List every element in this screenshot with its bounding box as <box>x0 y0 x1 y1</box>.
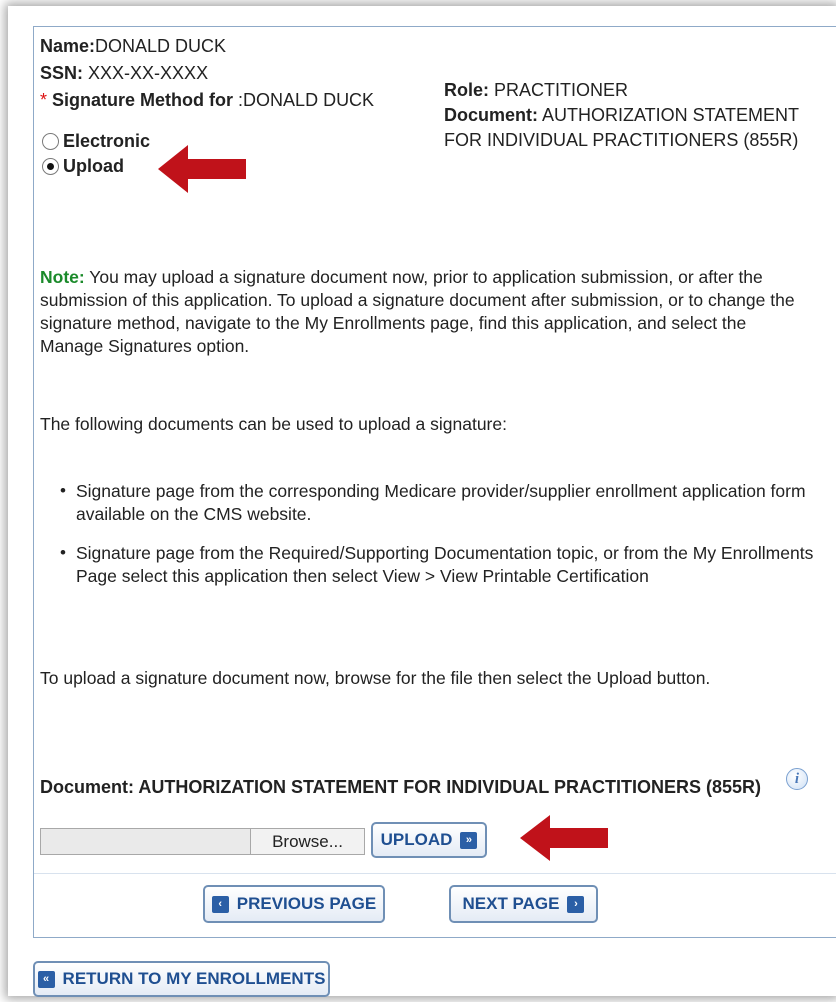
chevron-left-icon: ‹ <box>211 895 229 913</box>
return-label: RETURN TO MY ENROLLMENTS <box>62 969 326 988</box>
document-value-line2: FOR INDIVIDUAL PRACTITIONERS (855R) <box>444 130 799 150</box>
signature-method-value: :DONALD DUCK <box>238 90 375 110</box>
browse-button[interactable]: Browse... <box>250 829 364 854</box>
note-label: Note: <box>40 267 85 287</box>
bullet-dot: • <box>60 543 66 562</box>
note-text: You may upload a signature document now,… <box>40 267 795 356</box>
electronic-radio[interactable] <box>42 133 59 150</box>
signature-method-row: * Signature Method for :DONALD DUCK <box>40 90 374 111</box>
document-row: Document: AUTHORIZATION STATEMENT <box>444 105 799 126</box>
role-label: Role: <box>444 80 489 100</box>
return-to-enrollments-button[interactable]: « RETURN TO MY ENROLLMENTS <box>33 961 330 997</box>
ssn-label: SSN: <box>40 63 84 83</box>
upload-button[interactable]: UPLOAD » <box>371 822 487 858</box>
ssn-value: XXX-XX-XXXX <box>88 63 209 83</box>
upload-radio[interactable] <box>42 158 59 175</box>
note-paragraph: Note: You may upload a signature documen… <box>40 266 810 358</box>
bullet-dot: • <box>60 481 66 500</box>
info-icon[interactable]: i <box>786 768 808 790</box>
divider <box>34 873 836 874</box>
document-label: Document: <box>444 105 538 125</box>
document-value-line1: AUTHORIZATION STATEMENT <box>542 105 800 125</box>
required-mark: * <box>40 90 48 110</box>
file-input[interactable]: Browse... <box>40 828 365 855</box>
list-item: Signature page from the Required/Support… <box>76 543 814 586</box>
signature-method-label: Signature Method for <box>52 90 234 110</box>
name-label: Name: <box>40 36 96 56</box>
double-chevron-left-icon: « <box>37 970 55 988</box>
arrow-left-icon <box>520 815 608 861</box>
chevron-right-icon: › <box>567 895 585 913</box>
double-chevron-right-icon: » <box>460 831 478 849</box>
electronic-label[interactable]: Electronic <box>63 131 150 152</box>
list-item: Signature page from the corresponding Me… <box>76 481 806 524</box>
documents-intro: The following documents can be used to u… <box>40 414 507 434</box>
previous-page-button[interactable]: ‹ PREVIOUS PAGE <box>203 885 385 923</box>
file-path-field[interactable] <box>41 829 250 854</box>
role-row: Role: PRACTITIONER <box>444 80 628 101</box>
upload-button-label: UPLOAD <box>380 830 453 849</box>
role-value: PRACTITIONER <box>494 80 629 100</box>
upload-label[interactable]: Upload <box>63 156 124 177</box>
name-row: Name:DONALD DUCK <box>40 36 226 57</box>
next-page-label: NEXT PAGE <box>462 894 560 913</box>
previous-page-label: PREVIOUS PAGE <box>236 894 377 913</box>
name-value: DONALD DUCK <box>95 36 227 56</box>
upload-document-heading: Document: AUTHORIZATION STATEMENT FOR IN… <box>40 777 762 797</box>
ssn-row: SSN: XXX-XX-XXXX <box>40 63 208 84</box>
upload-instructions: To upload a signature document now, brow… <box>40 668 711 688</box>
next-page-button[interactable]: NEXT PAGE › <box>449 885 598 923</box>
arrow-left-icon <box>158 145 246 193</box>
